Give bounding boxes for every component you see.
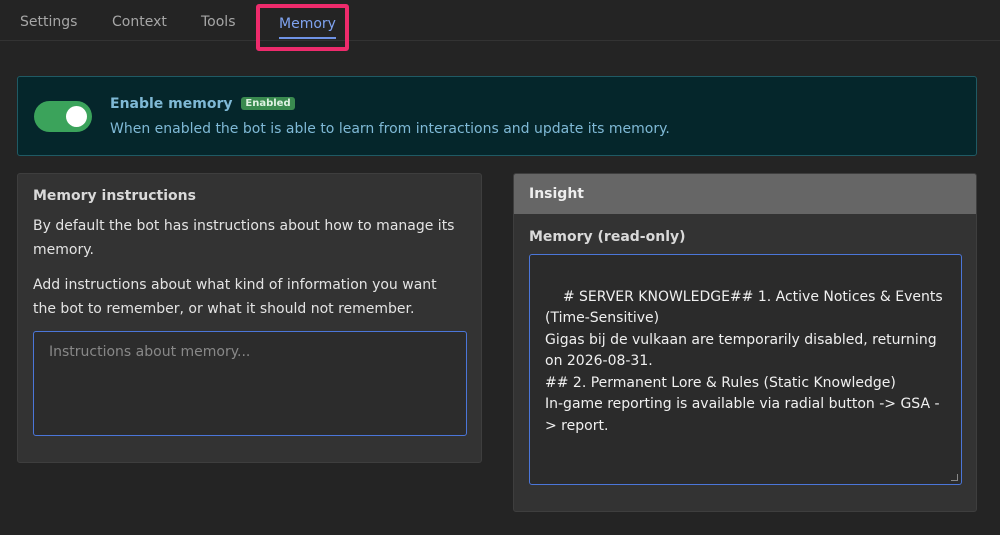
enable-memory-toggle[interactable] [34,101,92,132]
memory-instructions-card: Memory instructions By default the bot h… [17,173,482,463]
insight-card: Insight Memory (read-only) # SERVER KNOW… [513,173,977,512]
tab-tools[interactable]: Tools [201,14,236,30]
insight-title: Insight [529,186,584,202]
enable-memory-title: Enable memory Enabled [110,96,295,112]
memory-instructions-paragraph-1: By default the bot has instructions abou… [33,218,455,258]
tab-memory[interactable]: Memory [279,16,336,39]
memory-instructions-heading: Memory instructions [33,188,196,204]
status-badge: Enabled [241,97,295,110]
toggle-knob [66,106,87,127]
memory-readonly-label: Memory (read-only) [529,229,686,245]
memory-instructions-input[interactable]: Instructions about memory... [33,331,467,436]
tab-settings[interactable]: Settings [20,14,77,30]
tab-bar: Settings Context Tools Memory [0,0,1000,51]
memory-readonly-content: # SERVER KNOWLEDGE## 1. Active Notices &… [545,288,943,434]
memory-instructions-paragraph-2: Add instructions about what kind of info… [33,277,437,317]
enable-memory-panel: Enable memory Enabled When enabled the b… [17,76,977,156]
active-tab-highlight: Memory [256,4,349,51]
memory-readonly-field[interactable]: # SERVER KNOWLEDGE## 1. Active Notices &… [529,254,962,485]
tab-context[interactable]: Context [112,14,167,30]
insight-header: Insight [514,174,976,214]
enable-memory-description: When enabled the bot is able to learn fr… [110,121,670,137]
resize-grip-icon[interactable] [951,474,958,481]
enable-memory-label: Enable memory [110,96,233,112]
